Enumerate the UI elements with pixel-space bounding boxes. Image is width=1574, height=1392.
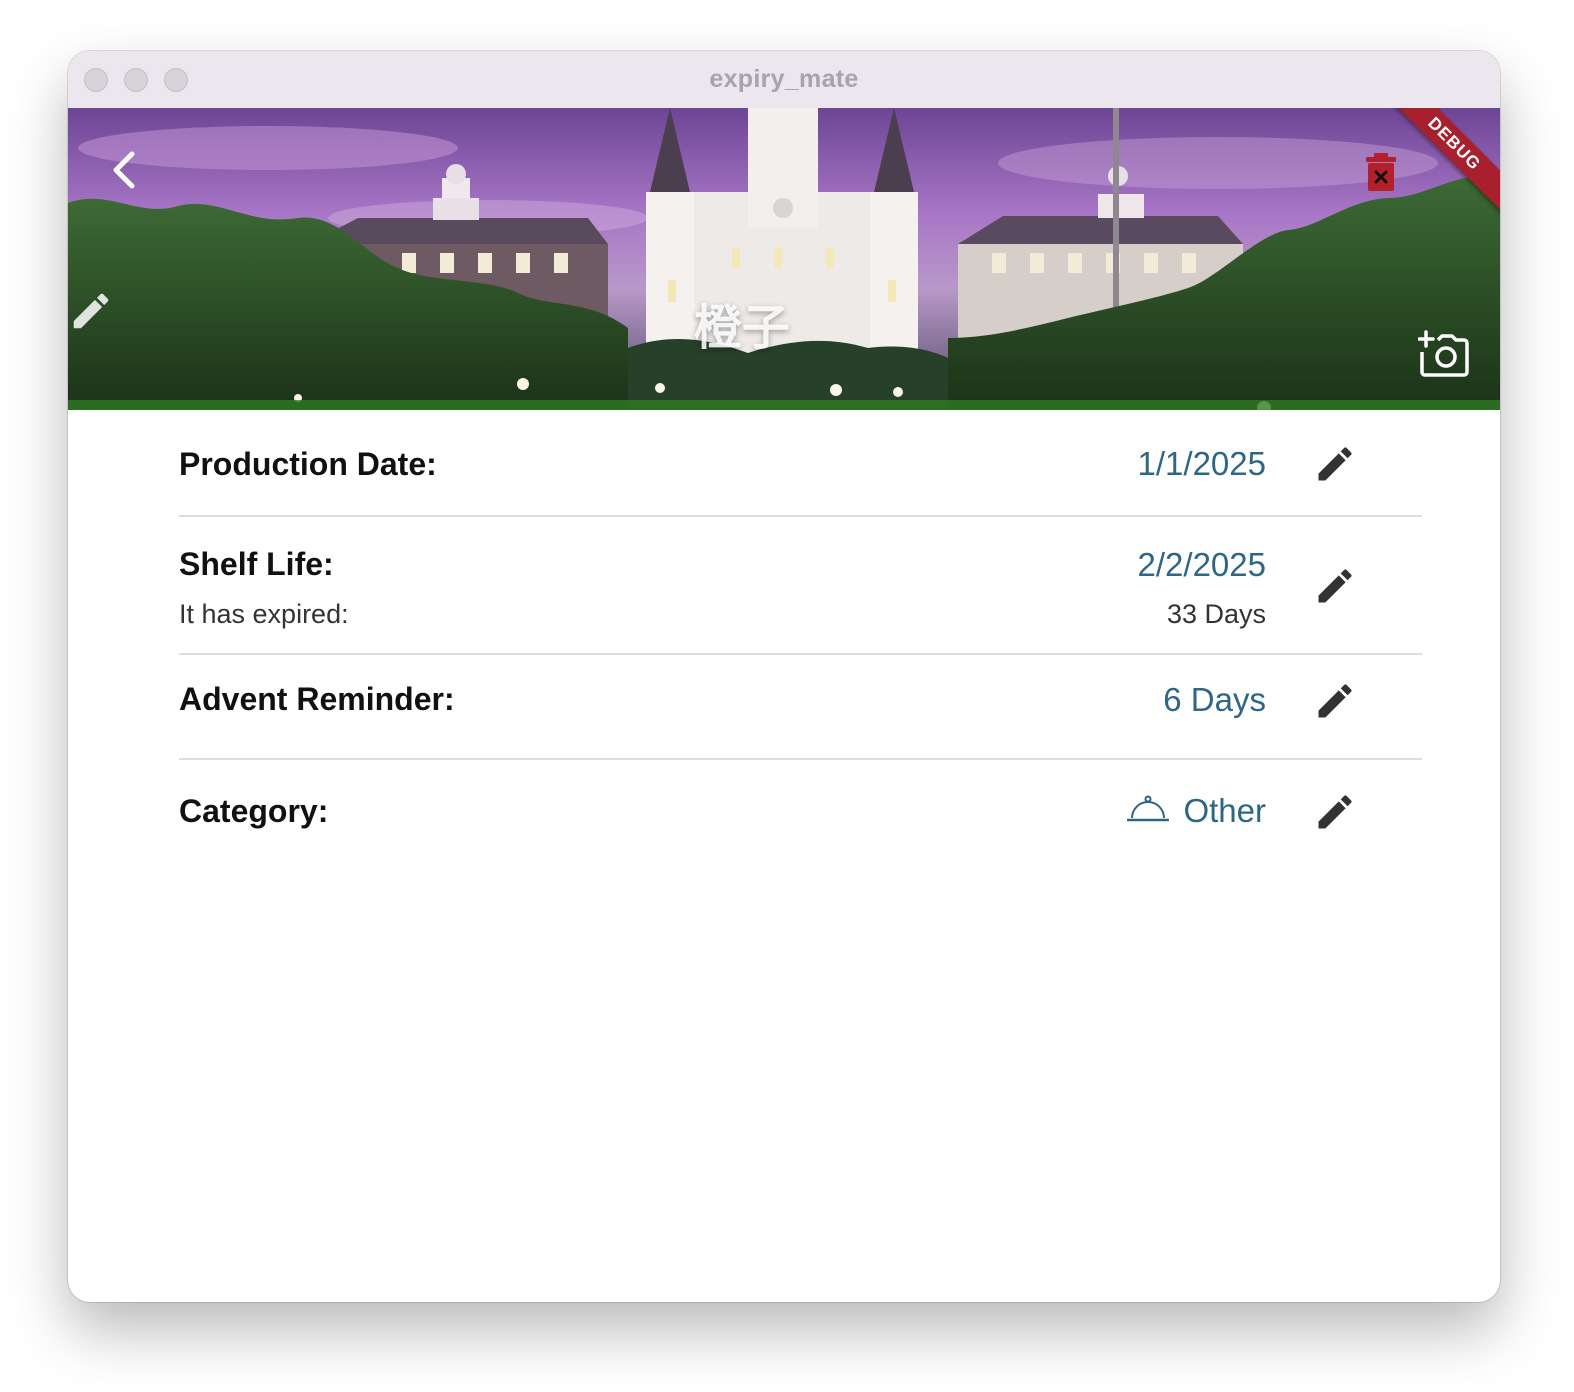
edit-reminder-button[interactable]	[1313, 679, 1357, 723]
expired-days-value: 33 Days	[1166, 599, 1266, 629]
item-name-title: 橙子	[693, 302, 790, 355]
add-photo-button[interactable]	[1418, 330, 1470, 378]
advent-reminder-value: 6 Days	[1163, 681, 1266, 718]
add-photo-icon	[1418, 330, 1469, 377]
category-value-text: Other	[1183, 792, 1266, 829]
advent-reminder-row: Advent Reminder: 6 Days	[179, 655, 1422, 760]
category-value: Other	[1127, 792, 1266, 830]
pencil-icon	[1318, 447, 1352, 481]
hero-image: DEBUG 橙子	[68, 108, 1500, 410]
trash-icon	[1366, 153, 1396, 191]
advent-reminder-label: Advent Reminder:	[179, 681, 455, 717]
edit-category-button[interactable]	[1313, 790, 1357, 834]
production-date-label: Production Date:	[179, 446, 437, 482]
shelf-life-value: 2/2/2025	[1137, 546, 1266, 583]
cloche-icon	[1127, 795, 1170, 822]
chevron-left-icon	[113, 151, 135, 189]
edit-name-button[interactable]	[73, 293, 874, 346]
pencil-icon	[1318, 684, 1352, 718]
details-list: Production Date: 1/1/2025 Shelf Life: It…	[68, 410, 1500, 866]
production-date-value: 1/1/2025	[1137, 445, 1266, 482]
pencil-icon	[1318, 569, 1352, 603]
back-button[interactable]	[102, 148, 146, 192]
expired-status-label: It has expired:	[179, 599, 349, 629]
edit-shelf-life-button[interactable]	[1313, 564, 1357, 608]
title-bar: expiry_mate	[68, 51, 1500, 109]
window-title: expiry_mate	[709, 65, 859, 93]
pencil-icon	[1318, 795, 1352, 829]
category-row: Category: Other	[179, 760, 1422, 866]
delete-button[interactable]	[1364, 152, 1398, 192]
cathedral-photo	[68, 108, 1500, 410]
production-date-row: Production Date: 1/1/2025	[179, 410, 1422, 517]
category-label: Category:	[179, 793, 329, 829]
desktop: expiry_mate DEBUG 橙子 Production Date: 1/…	[0, 0, 1574, 1392]
edit-production-date-button[interactable]	[1313, 442, 1357, 486]
pencil-icon	[73, 293, 109, 329]
hero-title-area: 橙子	[68, 288, 1500, 358]
app-window: expiry_mate DEBUG 橙子 Production Date: 1/…	[68, 51, 1500, 1302]
shelf-life-label: Shelf Life:	[179, 546, 334, 582]
shelf-life-row: Shelf Life: It has expired: 2/2/2025 33 …	[179, 517, 1422, 655]
